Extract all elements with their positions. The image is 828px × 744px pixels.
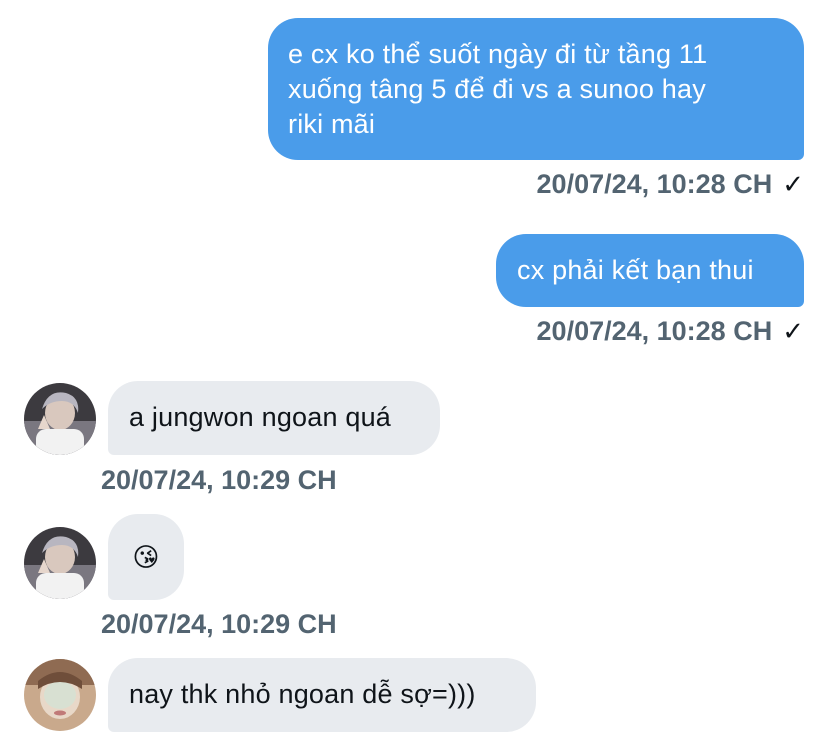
message-timestamp: 20/07/24, 10:29 CH xyxy=(101,464,337,496)
timestamp-text: 20/07/24, 10:28 CH xyxy=(536,169,773,199)
message-text-line: riki mãi xyxy=(288,109,376,139)
avatar-photo-2-icon xyxy=(24,659,96,731)
check-icon: ✓ xyxy=(782,316,804,346)
user-avatar[interactable] xyxy=(24,659,96,731)
message-timestamp: 20/07/24, 10:29 CH xyxy=(101,608,337,640)
timestamp-text: 20/07/24, 10:29 CH xyxy=(101,609,337,639)
timestamp-text: 20/07/24, 10:28 CH xyxy=(536,316,773,346)
message-timestamp: 20/07/24, 10:28 CH ✓ xyxy=(537,315,804,347)
avatar-photo-icon xyxy=(24,527,96,599)
message-text: nay thk nhỏ ngoan dễ sợ=))) xyxy=(129,679,476,709)
message-text: cx phải kết bạn thui xyxy=(517,255,754,285)
incoming-message-bubble[interactable]: 😘 xyxy=(108,514,184,600)
check-icon: ✓ xyxy=(782,169,804,199)
message-timestamp: 20/07/24, 10:28 CH ✓ xyxy=(537,168,804,200)
message-text-line: xuống tâng 5 để đi vs a sunoo hay xyxy=(288,74,706,104)
outgoing-message-bubble[interactable]: cx phải kết bạn thui xyxy=(496,234,804,307)
kissing-face-emoji: 😘 xyxy=(132,542,160,572)
outgoing-message-bubble[interactable]: e cx ko thể suốt ngày đi từ tầng 11 xuốn… xyxy=(268,18,804,160)
incoming-message-bubble[interactable]: a jungwon ngoan quá xyxy=(108,381,440,455)
avatar-photo-icon xyxy=(24,383,96,455)
message-text: a jungwon ngoan quá xyxy=(129,402,392,432)
incoming-message-bubble[interactable]: nay thk nhỏ ngoan dễ sợ=))) xyxy=(108,658,536,732)
timestamp-text: 20/07/24, 10:29 CH xyxy=(101,465,337,495)
user-avatar[interactable] xyxy=(24,383,96,455)
user-avatar[interactable] xyxy=(24,527,96,599)
message-text-line: e cx ko thể suốt ngày đi từ tầng 11 xyxy=(288,39,708,69)
